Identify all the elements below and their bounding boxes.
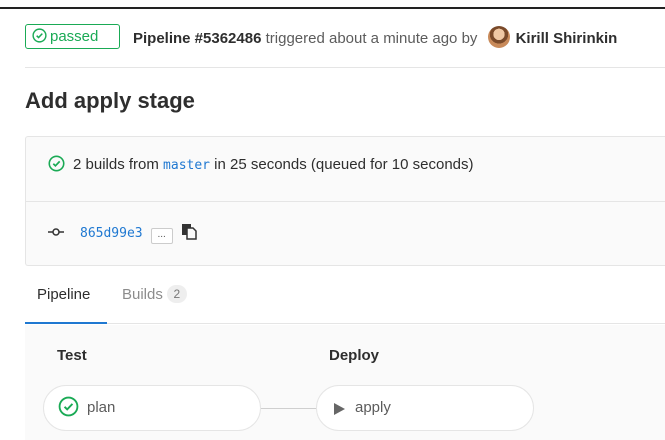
avatar[interactable] [487, 26, 510, 48]
pipeline-info-panel: 2 builds from master in 25 seconds (queu… [25, 136, 665, 266]
author-name[interactable]: Kirill Shirinkin [516, 30, 618, 47]
commit-sha-link[interactable]: 865d99e3 [80, 226, 143, 241]
commit-icon [48, 225, 64, 237]
play-icon[interactable] [331, 391, 347, 435]
commit-row: 865d99e3... [48, 223, 197, 245]
pipeline-id: Pipeline #5362486 [133, 30, 262, 47]
tab-builds-label: Builds [122, 286, 163, 303]
check-circle-icon [32, 27, 47, 50]
job-apply-label: apply [355, 399, 391, 416]
divider [26, 201, 665, 202]
pipeline-graph: Test Deploy plan apply [25, 325, 665, 440]
stage-connector [261, 408, 316, 409]
branch-link[interactable]: master [163, 158, 210, 173]
tab-pipeline[interactable]: Pipeline [25, 266, 107, 324]
builds-summary-suffix: in 25 seconds (queued for 10 seconds) [210, 156, 474, 173]
page-title: Add apply stage [25, 88, 195, 113]
status-badge-label: passed [50, 28, 99, 45]
check-circle-icon [48, 155, 65, 176]
triggered-text: triggered about a minute ago by [261, 30, 482, 47]
check-circle-icon [58, 391, 79, 435]
tab-pipeline-label: Pipeline [37, 286, 91, 303]
job-plan-label: plan [87, 399, 116, 416]
expand-commit-message-button[interactable]: ... [150, 228, 173, 244]
status-badge[interactable]: passed [25, 24, 120, 49]
copy-icon[interactable] [181, 223, 197, 245]
pipeline-header-text: Pipeline #5362486 triggered about a minu… [133, 26, 617, 50]
builds-count-badge: 2 [166, 285, 187, 303]
job-apply[interactable]: apply [316, 385, 534, 431]
pipeline-header: passed Pipeline #5362486 triggered about… [25, 24, 665, 68]
stage-title-test: Test [57, 347, 87, 364]
job-plan[interactable]: plan [43, 385, 261, 431]
builds-summary: 2 builds from master in 25 seconds (queu… [48, 155, 474, 176]
pipeline-tabs: Pipeline Builds 2 [25, 266, 665, 324]
stage-title-deploy: Deploy [329, 347, 380, 364]
tab-builds[interactable]: Builds 2 [122, 266, 187, 324]
window-top-border [0, 0, 665, 9]
builds-summary-prefix: 2 builds from [73, 156, 164, 173]
